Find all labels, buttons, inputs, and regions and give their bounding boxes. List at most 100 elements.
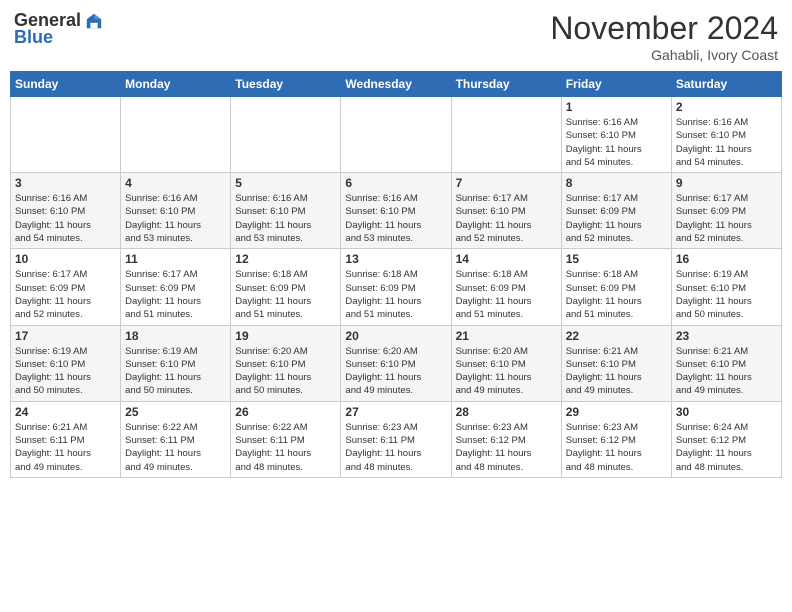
location: Gahabli, Ivory Coast <box>550 47 778 63</box>
title-block: November 2024 Gahabli, Ivory Coast <box>550 10 778 63</box>
day-number: 13 <box>345 252 446 266</box>
calendar-cell: 22 Sunrise: 6:21 AM Sunset: 6:10 PM Dayli… <box>561 325 671 401</box>
day-number: 29 <box>566 405 667 419</box>
day-number: 22 <box>566 329 667 343</box>
day-info: Sunrise: 6:22 AM Sunset: 6:11 PM Dayligh… <box>235 421 336 474</box>
logo: General Blue <box>14 10 103 48</box>
day-number: 5 <box>235 176 336 190</box>
day-number: 21 <box>456 329 557 343</box>
calendar-cell: 3Sunrise: 6:16 AM Sunset: 6:10 PM Daylig… <box>11 173 121 249</box>
calendar-cell <box>231 97 341 173</box>
day-info: Sunrise: 6:16 AM Sunset: 6:10 PM Dayligh… <box>676 116 777 169</box>
day-number: 20 <box>345 329 446 343</box>
calendar-cell: 11 Sunrise: 6:17 AM Sunset: 6:09 PM Dayli… <box>121 249 231 325</box>
day-info: Sunrise: 6:17 AM Sunset: 6:09 PM Dayligh… <box>566 192 667 245</box>
day-info: Sunrise: 6:16 AM Sunset: 6:10 PM Dayligh… <box>345 192 446 245</box>
day-info: Sunrise: 6:19 AM Sunset: 6:10 PM Dayligh… <box>676 268 777 321</box>
day-info: Sunrise: 6:18 AM Sunset: 6:09 PM Dayligh… <box>235 268 336 321</box>
day-info: Sunrise: 6:21 AM Sunset: 6:11 PM Dayligh… <box>15 421 116 474</box>
calendar-cell: 4 Sunrise: 6:16 AM Sunset: 6:10 PM Daylig… <box>121 173 231 249</box>
day-info: Sunrise: 6:17 AM Sunset: 6:09 PM Dayligh… <box>125 268 226 321</box>
day-number: 12 <box>235 252 336 266</box>
calendar-cell: 7Sunrise: 6:17 AM Sunset: 6:10 PM Daylig… <box>451 173 561 249</box>
day-info: Sunrise: 6:16 AM Sunset: 6:10 PM Dayligh… <box>125 192 226 245</box>
day-info: Sunrise: 6:22 AM Sunset: 6:11 PM Dayligh… <box>125 421 226 474</box>
day-number: 6 <box>345 176 446 190</box>
day-info: Sunrise: 6:18 AM Sunset: 6:09 PM Dayligh… <box>456 268 557 321</box>
month-title: November 2024 <box>550 10 778 47</box>
calendar-cell: 28 Sunrise: 6:23 AM Sunset: 6:12 PM Dayli… <box>451 401 561 477</box>
calendar-cell: 12 Sunrise: 6:18 AM Sunset: 6:09 PM Dayli… <box>231 249 341 325</box>
calendar-cell <box>451 97 561 173</box>
weekday-header-wednesday: Wednesday <box>341 72 451 97</box>
weekday-header-friday: Friday <box>561 72 671 97</box>
day-info: Sunrise: 6:16 AM Sunset: 6:10 PM Dayligh… <box>566 116 667 169</box>
calendar-cell: 15 Sunrise: 6:18 AM Sunset: 6:09 PM Dayli… <box>561 249 671 325</box>
calendar-cell: 13Sunrise: 6:18 AM Sunset: 6:09 PM Dayli… <box>341 249 451 325</box>
calendar-cell: 2 Sunrise: 6:16 AM Sunset: 6:10 PM Daylig… <box>671 97 781 173</box>
day-info: Sunrise: 6:16 AM Sunset: 6:10 PM Dayligh… <box>15 192 116 245</box>
calendar-cell <box>121 97 231 173</box>
day-number: 18 <box>125 329 226 343</box>
day-info: Sunrise: 6:21 AM Sunset: 6:10 PM Dayligh… <box>676 345 777 398</box>
calendar-table: SundayMondayTuesdayWednesdayThursdayFrid… <box>10 71 782 478</box>
day-number: 10 <box>15 252 116 266</box>
calendar-cell: 24 Sunrise: 6:21 AM Sunset: 6:11 PM Dayli… <box>11 401 121 477</box>
calendar-week-1: 1Sunrise: 6:16 AM Sunset: 6:10 PM Daylig… <box>11 97 782 173</box>
day-number: 9 <box>676 176 777 190</box>
calendar-cell: 16Sunrise: 6:19 AM Sunset: 6:10 PM Dayli… <box>671 249 781 325</box>
calendar-cell: 27Sunrise: 6:23 AM Sunset: 6:11 PM Dayli… <box>341 401 451 477</box>
day-number: 4 <box>125 176 226 190</box>
day-number: 28 <box>456 405 557 419</box>
calendar-week-4: 17 Sunrise: 6:19 AM Sunset: 6:10 PM Dayli… <box>11 325 782 401</box>
day-number: 23 <box>676 329 777 343</box>
calendar-cell: 9 Sunrise: 6:17 AM Sunset: 6:09 PM Daylig… <box>671 173 781 249</box>
calendar-cell: 18 Sunrise: 6:19 AM Sunset: 6:10 PM Dayli… <box>121 325 231 401</box>
day-info: Sunrise: 6:23 AM Sunset: 6:12 PM Dayligh… <box>456 421 557 474</box>
day-number: 8 <box>566 176 667 190</box>
day-number: 15 <box>566 252 667 266</box>
day-number: 11 <box>125 252 226 266</box>
day-info: Sunrise: 6:19 AM Sunset: 6:10 PM Dayligh… <box>15 345 116 398</box>
calendar-cell: 19Sunrise: 6:20 AM Sunset: 6:10 PM Dayli… <box>231 325 341 401</box>
weekday-header-tuesday: Tuesday <box>231 72 341 97</box>
calendar-cell: 21 Sunrise: 6:20 AM Sunset: 6:10 PM Dayli… <box>451 325 561 401</box>
day-number: 25 <box>125 405 226 419</box>
day-info: Sunrise: 6:17 AM Sunset: 6:09 PM Dayligh… <box>15 268 116 321</box>
weekday-header-thursday: Thursday <box>451 72 561 97</box>
day-info: Sunrise: 6:19 AM Sunset: 6:10 PM Dayligh… <box>125 345 226 398</box>
day-info: Sunrise: 6:21 AM Sunset: 6:10 PM Dayligh… <box>566 345 667 398</box>
day-info: Sunrise: 6:16 AM Sunset: 6:10 PM Dayligh… <box>235 192 336 245</box>
calendar-cell: 10 Sunrise: 6:17 AM Sunset: 6:09 PM Dayli… <box>11 249 121 325</box>
day-number: 26 <box>235 405 336 419</box>
weekday-header-monday: Monday <box>121 72 231 97</box>
day-info: Sunrise: 6:23 AM Sunset: 6:12 PM Dayligh… <box>566 421 667 474</box>
calendar-cell: 14 Sunrise: 6:18 AM Sunset: 6:09 PM Dayli… <box>451 249 561 325</box>
calendar-cell: 30Sunrise: 6:24 AM Sunset: 6:12 PM Dayli… <box>671 401 781 477</box>
page-header: General Blue November 2024 Gahabli, Ivor… <box>10 10 782 63</box>
day-info: Sunrise: 6:20 AM Sunset: 6:10 PM Dayligh… <box>235 345 336 398</box>
calendar-cell: 23 Sunrise: 6:21 AM Sunset: 6:10 PM Dayli… <box>671 325 781 401</box>
calendar-cell: 5 Sunrise: 6:16 AM Sunset: 6:10 PM Daylig… <box>231 173 341 249</box>
day-number: 2 <box>676 100 777 114</box>
day-info: Sunrise: 6:17 AM Sunset: 6:09 PM Dayligh… <box>676 192 777 245</box>
logo-icon <box>85 12 103 30</box>
day-number: 17 <box>15 329 116 343</box>
logo-blue: Blue <box>14 27 53 48</box>
calendar-cell: 20 Sunrise: 6:20 AM Sunset: 6:10 PM Dayli… <box>341 325 451 401</box>
day-number: 14 <box>456 252 557 266</box>
day-number: 24 <box>15 405 116 419</box>
day-info: Sunrise: 6:18 AM Sunset: 6:09 PM Dayligh… <box>566 268 667 321</box>
calendar-cell: 29 Sunrise: 6:23 AM Sunset: 6:12 PM Dayli… <box>561 401 671 477</box>
calendar-week-3: 10 Sunrise: 6:17 AM Sunset: 6:09 PM Dayli… <box>11 249 782 325</box>
day-info: Sunrise: 6:20 AM Sunset: 6:10 PM Dayligh… <box>345 345 446 398</box>
day-info: Sunrise: 6:20 AM Sunset: 6:10 PM Dayligh… <box>456 345 557 398</box>
day-number: 30 <box>676 405 777 419</box>
weekday-header-row: SundayMondayTuesdayWednesdayThursdayFrid… <box>11 72 782 97</box>
calendar-cell <box>341 97 451 173</box>
calendar-cell: 25 Sunrise: 6:22 AM Sunset: 6:11 PM Dayli… <box>121 401 231 477</box>
calendar-cell: 1Sunrise: 6:16 AM Sunset: 6:10 PM Daylig… <box>561 97 671 173</box>
calendar-week-2: 3Sunrise: 6:16 AM Sunset: 6:10 PM Daylig… <box>11 173 782 249</box>
calendar-cell: 8 Sunrise: 6:17 AM Sunset: 6:09 PM Daylig… <box>561 173 671 249</box>
day-info: Sunrise: 6:17 AM Sunset: 6:10 PM Dayligh… <box>456 192 557 245</box>
